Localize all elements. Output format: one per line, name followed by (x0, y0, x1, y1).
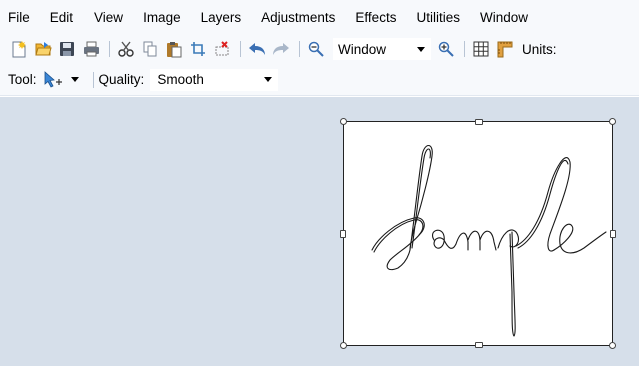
quality-value: Smooth (157, 72, 204, 87)
quality-label: Quality: (98, 72, 145, 87)
toolbar-separator (240, 41, 241, 57)
canvas-workspace[interactable] (0, 97, 639, 366)
save-icon[interactable] (56, 38, 78, 60)
tool-picker[interactable] (43, 70, 84, 89)
ruler-icon[interactable] (494, 38, 516, 60)
open-file-icon[interactable] (32, 38, 54, 60)
move-selection-icon (44, 70, 62, 88)
cut-icon[interactable] (115, 38, 137, 60)
menu-file[interactable]: File (8, 10, 30, 25)
menu-image[interactable]: Image (143, 10, 181, 25)
resize-handle-top-left[interactable] (340, 118, 347, 125)
copy-icon[interactable] (139, 38, 161, 60)
zoom-out-icon[interactable] (305, 38, 327, 60)
menu-effects[interactable]: Effects (355, 10, 396, 25)
menu-layers[interactable]: Layers (201, 10, 242, 25)
resize-handle-bottom-right[interactable] (609, 342, 616, 349)
menu-bar: File Edit View Image Layers Adjustments … (0, 0, 639, 34)
chevron-down-icon (417, 46, 425, 52)
resize-handle-left[interactable] (340, 230, 346, 238)
menu-adjustments[interactable]: Adjustments (261, 10, 335, 25)
deselect-icon[interactable] (211, 38, 233, 60)
resize-handle-right[interactable] (610, 230, 616, 238)
crop-icon[interactable] (187, 38, 209, 60)
chevron-down-icon (264, 77, 273, 82)
grid-icon[interactable] (470, 38, 492, 60)
menu-view[interactable]: View (94, 10, 123, 25)
menu-utilities[interactable]: Utilities (416, 10, 460, 25)
zoom-value: Window (338, 41, 387, 57)
signature-sample-image (371, 144, 607, 337)
tool-label: Tool: (8, 72, 37, 87)
zoom-select[interactable]: Window (333, 38, 431, 60)
undo-icon[interactable] (246, 38, 268, 60)
units-label: Units: (522, 41, 557, 57)
resize-handle-top[interactable] (475, 119, 483, 125)
menu-window[interactable]: Window (480, 10, 528, 25)
new-file-icon[interactable] (8, 38, 30, 60)
toolbar-separator (464, 41, 465, 57)
paste-icon[interactable] (163, 38, 185, 60)
zoom-in-icon[interactable] (435, 38, 457, 60)
quality-select[interactable]: Smooth (150, 68, 279, 91)
main-toolbar: Window Units: (0, 34, 639, 64)
print-icon[interactable] (80, 38, 102, 60)
resize-handle-top-right[interactable] (609, 118, 616, 125)
toolbar-separator (92, 71, 94, 88)
tool-options-bar: Tool: Quality: Smooth (0, 64, 639, 96)
menu-edit[interactable]: Edit (50, 10, 73, 25)
image-canvas[interactable] (340, 118, 616, 349)
redo-icon[interactable] (270, 38, 292, 60)
toolbar-separator (109, 41, 110, 57)
toolbar-separator (299, 41, 300, 57)
chevron-down-icon (70, 77, 79, 82)
resize-handle-bottom[interactable] (475, 342, 483, 348)
resize-handle-bottom-left[interactable] (340, 342, 347, 349)
